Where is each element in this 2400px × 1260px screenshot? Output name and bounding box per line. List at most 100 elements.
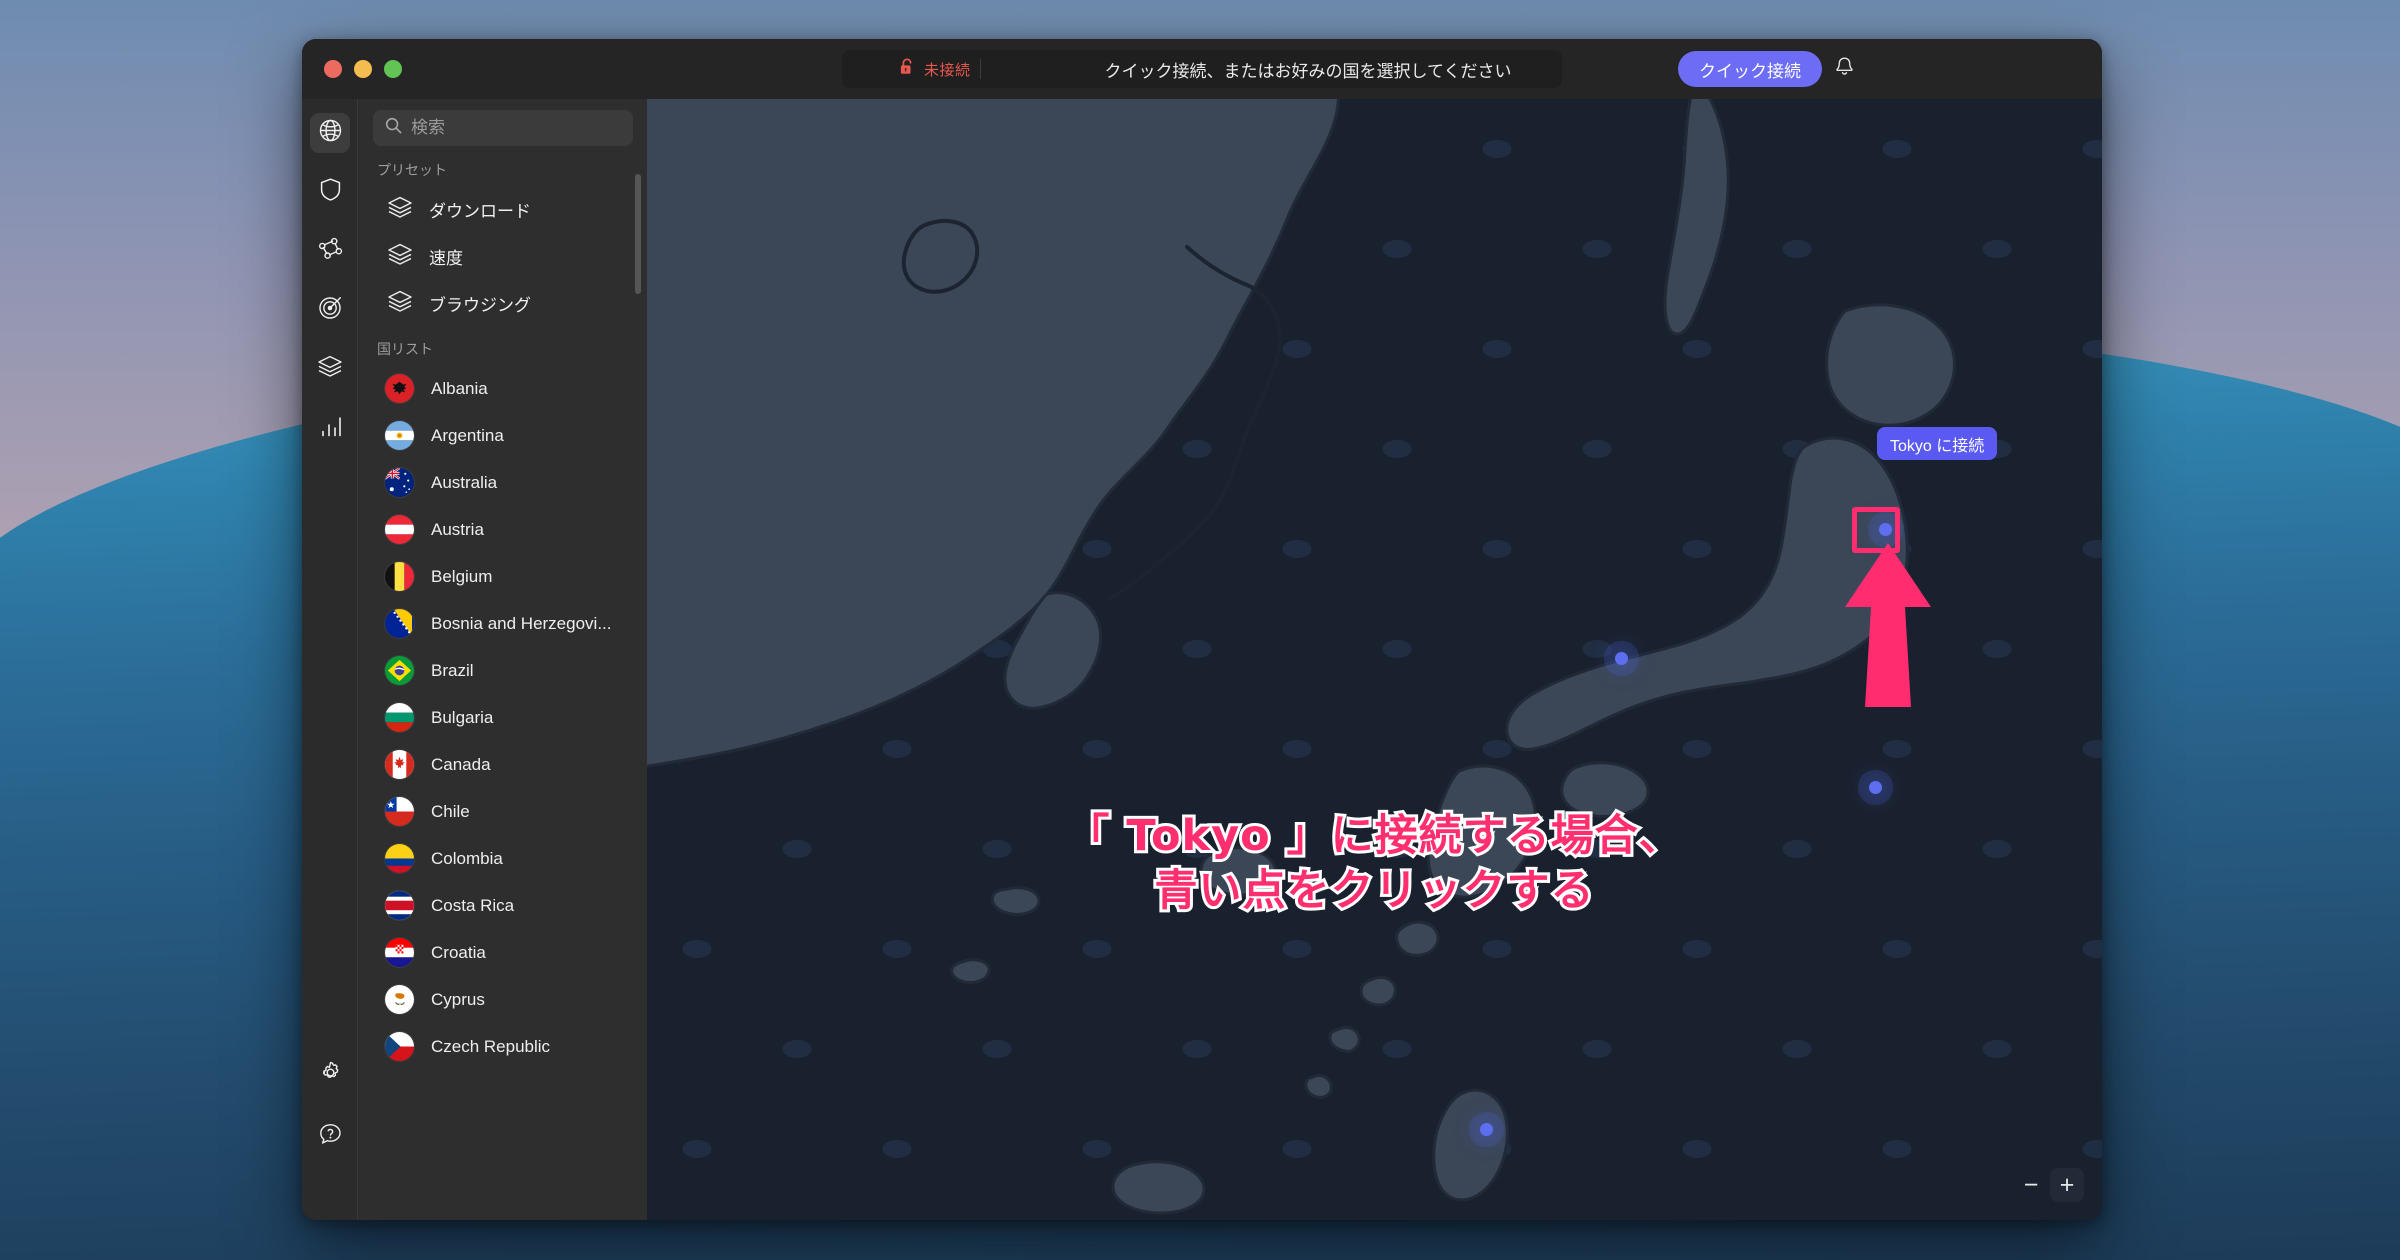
connection-state-text: 未接続 — [924, 61, 971, 79]
city-dot-tokyo[interactable] — [1879, 523, 1892, 536]
flag-al-icon — [385, 374, 414, 403]
country-item[interactable]: Brazil — [359, 647, 647, 694]
search-box[interactable] — [373, 110, 633, 146]
traffic-lights — [324, 60, 464, 78]
zoom-in-button[interactable]: + — [2050, 1168, 2084, 1202]
preset-label: ブラウジング — [429, 296, 531, 315]
country-label: Colombia — [431, 848, 503, 868]
flag-br-icon — [385, 656, 414, 685]
desktop-wallpaper: 未接続 クイック接続、またはお好みの国を選択してください クイック接続 検索 プ… — [0, 0, 2400, 1260]
status-divider — [979, 59, 981, 79]
city-dot-taipei[interactable] — [1480, 1123, 1493, 1136]
sidebar-item-locations[interactable] — [310, 113, 350, 153]
preset-label: 速度 — [429, 249, 463, 268]
country-label: Albania — [431, 378, 488, 398]
layers-icon — [387, 290, 413, 318]
tokyo-connect-tooltip[interactable]: Tokyo に接続 — [1877, 427, 1998, 460]
preset-list: ダウンロード 速度ブラウジング — [359, 186, 647, 327]
country-item[interactable]: Argentina — [359, 412, 647, 459]
help-button[interactable] — [310, 1117, 350, 1157]
shield-icon — [319, 177, 342, 207]
flag-au-icon — [385, 468, 414, 497]
globe-icon — [318, 118, 343, 148]
country-item[interactable]: Cyprus — [359, 976, 647, 1023]
icon-rail — [302, 99, 358, 1220]
country-label: Czech Republic — [431, 1036, 551, 1056]
flag-cl-icon — [385, 797, 414, 826]
country-item[interactable]: Costa Rica — [359, 882, 647, 929]
sidebar-item-meshnet[interactable] — [310, 231, 350, 271]
help-bubble-icon — [318, 1122, 343, 1152]
settings-button[interactable] — [310, 1055, 350, 1095]
sidebar-item-presets[interactable] — [310, 349, 350, 389]
country-item[interactable]: Bulgaria — [359, 694, 647, 741]
country-label: Belgium — [431, 566, 493, 586]
flag-ca-icon — [385, 750, 414, 779]
flag-hr-icon — [385, 938, 414, 967]
app-window: 未接続 クイック接続、またはお好みの国を選択してください クイック接続 検索 プ… — [302, 39, 2102, 1220]
country-list: Albania Argentina Australia Austria Belgium B… — [359, 365, 647, 1070]
map-landmasses — [647, 99, 1956, 1215]
country-label: Bosnia and Herzegovi... — [431, 613, 612, 633]
flag-cr-icon — [385, 891, 414, 920]
notifications-button[interactable] — [1830, 55, 1858, 83]
minimize-button[interactable] — [354, 60, 372, 78]
flag-ba-icon — [385, 609, 414, 638]
flag-at-icon — [385, 515, 414, 544]
country-item[interactable]: Czech Republic — [359, 1023, 647, 1070]
country-label: Australia — [431, 472, 498, 492]
sidebar-scrollbar[interactable] — [635, 174, 641, 294]
country-label: Chile — [431, 801, 470, 821]
city-dot-osaka[interactable] — [1869, 781, 1882, 794]
connection-state-group: 未接続 — [842, 57, 1082, 81]
country-label: Bulgaria — [431, 707, 494, 727]
country-item[interactable]: Albania — [359, 365, 647, 412]
gear-icon — [318, 1060, 343, 1090]
maximize-button[interactable] — [384, 60, 402, 78]
flag-bg-icon — [385, 703, 414, 732]
country-item[interactable]: Austria — [359, 506, 647, 553]
layers-icon — [387, 243, 413, 271]
layers-icon — [387, 196, 413, 224]
search-input[interactable] — [411, 118, 632, 138]
radar-target-icon — [318, 295, 343, 325]
flag-be-icon — [385, 562, 414, 591]
sidebar-panel: プリセット ダウンロード速度ブラウジング 国リスト Albania Argenti… — [359, 99, 647, 1220]
location-list[interactable]: プリセット ダウンロード 速度ブラウジング 国リスト Albania Argenti… — [359, 154, 647, 1220]
close-button[interactable] — [324, 60, 342, 78]
country-item[interactable]: Australia — [359, 459, 647, 506]
country-label: Cyprus — [431, 989, 485, 1009]
country-label: Canada — [431, 754, 491, 774]
country-item[interactable]: Belgium — [359, 553, 647, 600]
country-item[interactable]: Bosnia and Herzegovi... — [359, 600, 647, 647]
preset-item[interactable]: 速度 — [359, 233, 647, 280]
connection-hint-text: クイック接続、またはお好みの国を選択してください — [1104, 61, 1512, 81]
bar-chart-icon — [319, 414, 342, 443]
bell-icon — [1835, 56, 1854, 82]
layers-icon — [317, 355, 343, 383]
country-item[interactable]: Chile — [359, 788, 647, 835]
country-section-heading: 国リスト — [377, 341, 433, 357]
sidebar-item-threat-protection[interactable] — [310, 290, 350, 330]
country-label: Austria — [431, 519, 484, 539]
country-item[interactable]: Colombia — [359, 835, 647, 882]
unlocked-padlock-icon — [900, 57, 915, 81]
sidebar-item-stats[interactable] — [310, 408, 350, 448]
preset-item[interactable]: ブラウジング — [359, 280, 647, 327]
preset-label: ダウンロード — [429, 202, 531, 221]
flag-ar-icon — [385, 421, 414, 450]
country-label: Brazil — [431, 660, 474, 680]
preset-section-heading: プリセット — [377, 162, 447, 178]
zoom-out-button[interactable]: − — [2014, 1168, 2048, 1202]
preset-item[interactable]: ダウンロード — [359, 186, 647, 233]
quick-connect-button[interactable]: クイック接続 — [1678, 51, 1822, 87]
country-item[interactable]: Croatia — [359, 929, 647, 976]
connection-status-bar: 未接続 クイック接続、またはお好みの国を選択してください — [842, 50, 1562, 88]
city-dot-seoul[interactable] — [1615, 652, 1628, 665]
country-item[interactable]: Canada — [359, 741, 647, 788]
network-mesh-icon — [318, 237, 343, 265]
sidebar-item-protection[interactable] — [310, 172, 350, 212]
flag-cy-icon — [385, 985, 414, 1014]
search-icon — [385, 117, 402, 139]
world-map[interactable]: Tokyo に接続 「 Tokyo 」に接続する場合、 青い点をクリックする −… — [647, 99, 2102, 1220]
